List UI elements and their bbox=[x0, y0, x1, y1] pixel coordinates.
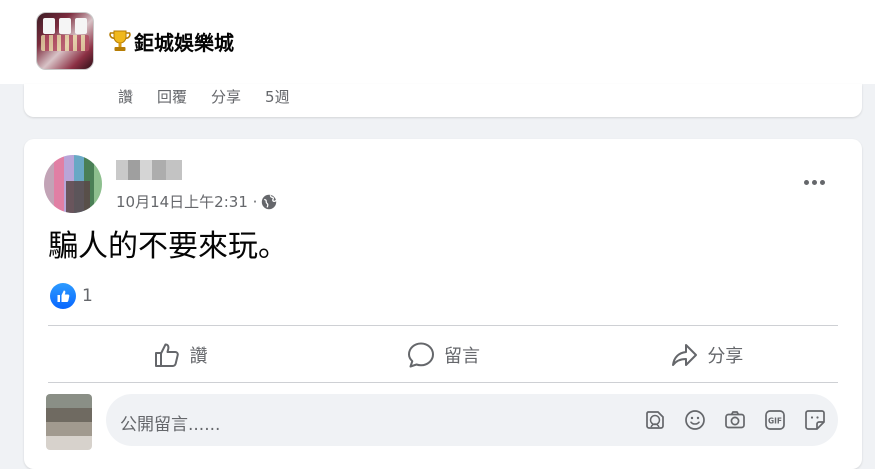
comment-tools: GIF bbox=[640, 405, 830, 435]
comment-age: 5週 bbox=[265, 88, 290, 106]
post-action-bar: 讚 留言 分享 bbox=[48, 327, 838, 382]
gif-icon: GIF bbox=[765, 410, 785, 430]
comment-button-label: 留言 bbox=[443, 345, 480, 367]
divider bbox=[48, 382, 838, 383]
trophy-icon bbox=[109, 30, 131, 51]
share-button-label: 分享 bbox=[707, 345, 744, 367]
post-text: 騙人的不要來玩。 bbox=[48, 229, 288, 264]
camera-icon bbox=[725, 411, 745, 429]
sticker-icon bbox=[805, 410, 825, 430]
like-button-label: 讚 bbox=[189, 345, 208, 367]
emoji-icon bbox=[685, 410, 705, 430]
reaction-count: 1 bbox=[82, 286, 93, 306]
previous-comment-actions: 讚 回覆 分享 5週 bbox=[118, 86, 290, 107]
camera-button[interactable] bbox=[720, 405, 750, 435]
svg-text:GIF: GIF bbox=[768, 417, 782, 426]
post-timestamp: 10月14日上午2:31 · bbox=[116, 191, 278, 212]
page-avatar[interactable] bbox=[36, 12, 94, 70]
reaction-summary[interactable]: 1 bbox=[50, 283, 93, 309]
author-avatar[interactable] bbox=[44, 155, 102, 213]
globe-icon bbox=[262, 194, 278, 209]
like-reaction-icon bbox=[50, 283, 76, 309]
like-button[interactable]: 讚 bbox=[48, 327, 311, 382]
commenter-avatar[interactable] bbox=[46, 394, 92, 450]
page-name: 鉅城娛樂城 bbox=[134, 30, 234, 55]
comment-button[interactable]: 留言 bbox=[311, 327, 574, 382]
comment-placeholder[interactable]: 公開留言...... bbox=[120, 410, 220, 435]
divider bbox=[48, 325, 838, 326]
share-arrow-icon bbox=[672, 343, 698, 366]
page-header: 鉅城娛樂城 bbox=[0, 0, 875, 84]
avatar-sticker-icon bbox=[646, 411, 664, 429]
reply-link[interactable]: 回覆 bbox=[157, 86, 187, 107]
emoji-button[interactable] bbox=[680, 405, 710, 435]
sticker-button[interactable] bbox=[800, 405, 830, 435]
more-options-button[interactable] bbox=[796, 168, 832, 196]
share-button[interactable]: 分享 bbox=[575, 327, 838, 382]
page-title[interactable]: 鉅城娛樂城 bbox=[108, 28, 234, 55]
share-link[interactable]: 分享 bbox=[211, 86, 241, 107]
comment-bubble-icon bbox=[407, 342, 434, 367]
avatar-sticker-button[interactable] bbox=[640, 405, 670, 435]
thumbs-up-icon bbox=[154, 343, 179, 367]
gif-button[interactable]: GIF bbox=[760, 405, 790, 435]
timestamp-text[interactable]: 10月14日上午2:31 · bbox=[116, 191, 257, 212]
like-link[interactable]: 讚 bbox=[118, 86, 133, 107]
author-name-redacted[interactable] bbox=[116, 160, 182, 180]
